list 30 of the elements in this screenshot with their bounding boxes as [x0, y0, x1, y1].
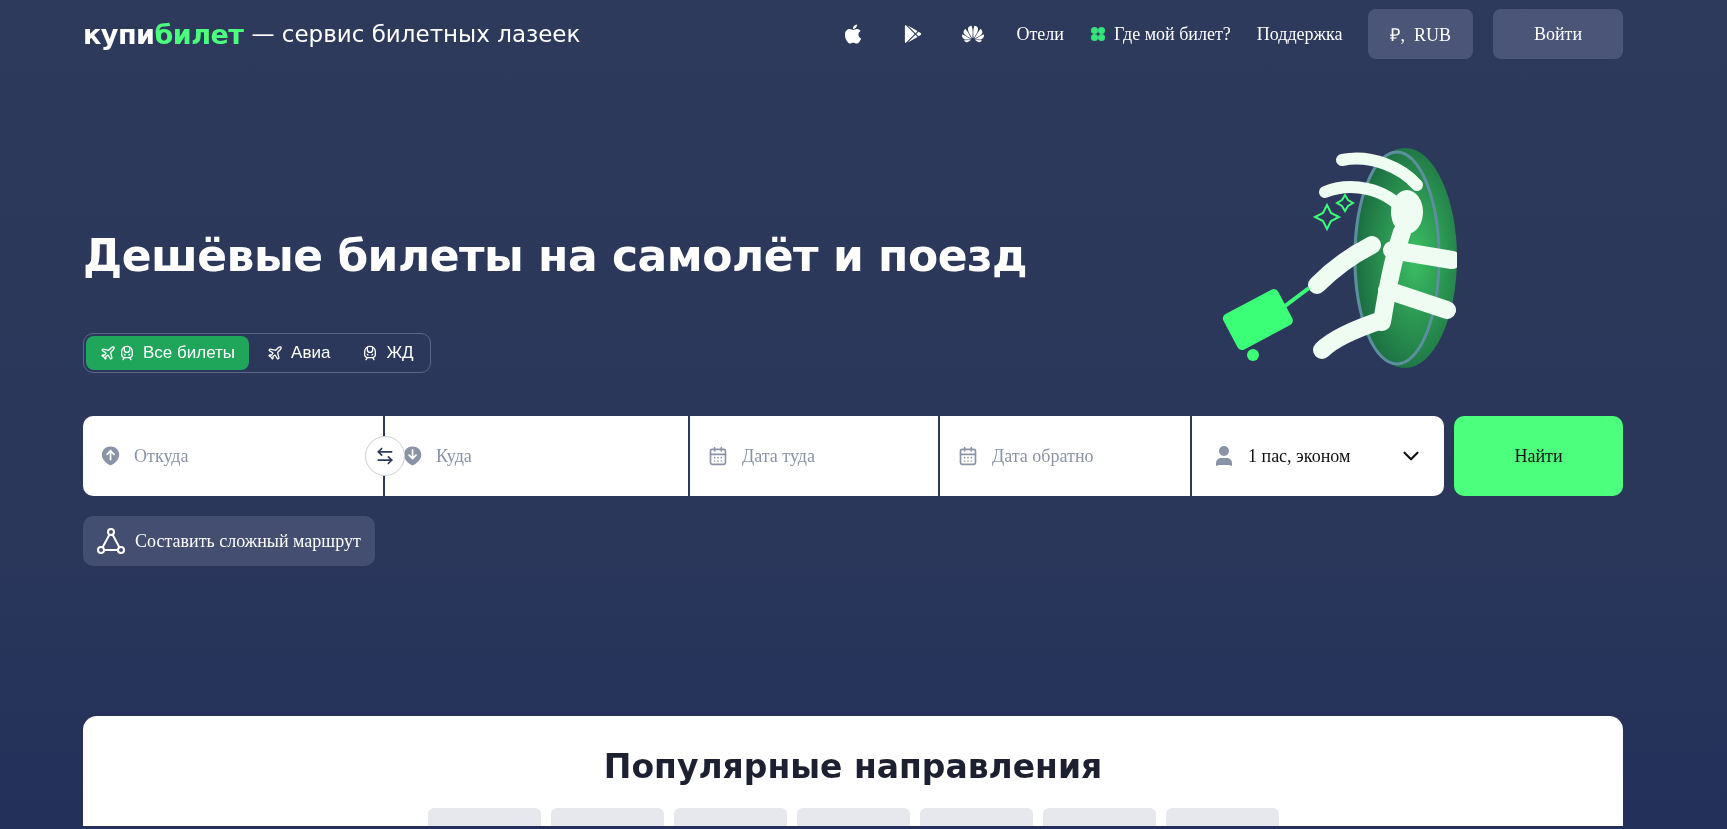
search-field[interactable]: Куда: [434, 444, 670, 468]
nav-link[interactable]: Отели: [1016, 23, 1064, 45]
search-field[interactable]: Дата обратно: [989, 444, 1172, 468]
hero-title: Дешёвые билеты на самолёт и поезд: [83, 230, 1028, 281]
swap-button[interactable]: [365, 436, 405, 476]
logo[interactable]: купибилет: [83, 18, 244, 50]
currency-button[interactable]: ₽, RUB: [1368, 9, 1473, 59]
section-title: Популярные направления: [603, 747, 1103, 786]
clover-icon: [1089, 26, 1106, 42]
login-button[interactable]: Войти: [1493, 9, 1623, 59]
calendar-icon: [708, 444, 728, 468]
arrow-up-pin-icon: [101, 444, 121, 468]
nav-link[interactable]: Поддержка: [1256, 23, 1343, 45]
route-triangle-icon: [97, 528, 125, 554]
nav-link[interactable]: Где мой билет?: [1089, 23, 1231, 45]
plane-icon: [267, 345, 284, 361]
search-field[interactable]: Откуда: [132, 444, 365, 468]
transport-tab[interactable]: ЖД: [348, 336, 428, 370]
plane-train-icon: [100, 345, 135, 361]
search-button[interactable]: Найти: [1454, 416, 1623, 496]
arrow-down-pin-icon: [403, 444, 423, 468]
swap-icon: [375, 446, 395, 466]
train-icon: [362, 345, 379, 361]
tagline: — сервис билетных лазеек: [251, 21, 581, 47]
calendar-icon: [958, 444, 978, 468]
transport-tab[interactable]: Авиа: [253, 336, 345, 370]
petals-icon[interactable]: [962, 23, 985, 45]
passengers-dropdown[interactable]: 1 пас, эконом: [1192, 416, 1444, 496]
search-field[interactable]: Дата туда: [739, 444, 920, 468]
complex-route-button[interactable]: Составить сложный маршрут: [83, 516, 375, 566]
